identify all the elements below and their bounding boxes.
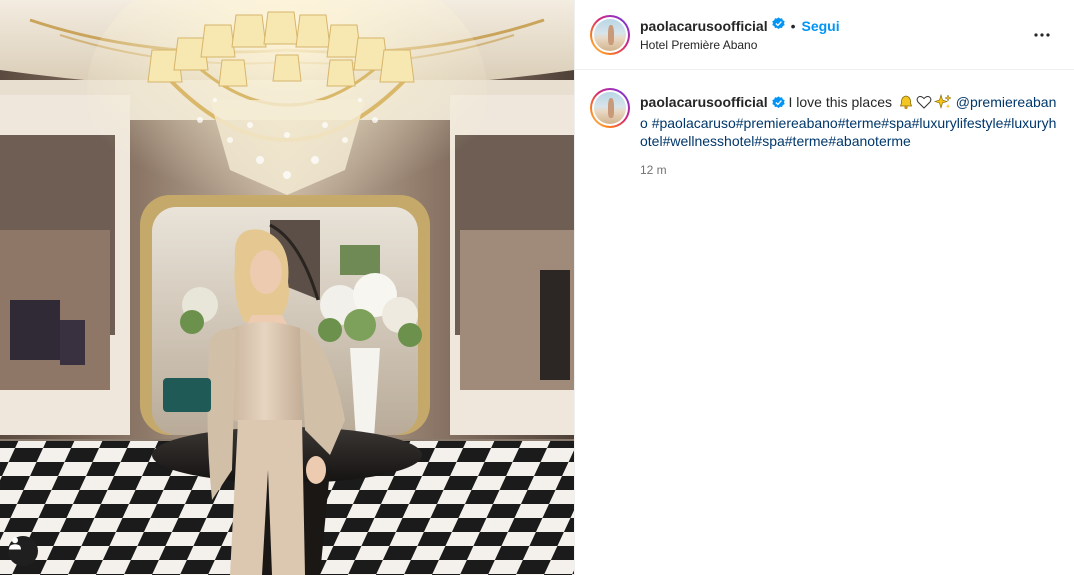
follow-button[interactable]: Segui (802, 18, 840, 34)
author-username[interactable]: paolacarusoofficial (640, 18, 768, 34)
post-photo[interactable] (0, 0, 574, 575)
caption-text-block: paolacarusoofficial I love this places @… (640, 93, 1060, 150)
post-timestamp[interactable]: 12 m (640, 163, 667, 177)
hashtags-link[interactable]: #paolacaruso#premiereabano#terme#spa#lux… (640, 115, 1056, 149)
caption-text: I love this places (788, 94, 892, 110)
post-header: paolacarusoofficial • Segui Hotel Premiè… (575, 0, 1074, 70)
caption-username[interactable]: paolacarusoofficial (640, 94, 768, 110)
sparkles-emoji-icon (933, 93, 952, 114)
caption-author-avatar[interactable] (590, 88, 630, 128)
white-heart-emoji-icon (916, 94, 932, 114)
post-side-panel: paolacarusoofficial • Segui Hotel Premiè… (574, 0, 1074, 575)
instagram-post-dialog: paolacarusoofficial • Segui Hotel Premiè… (0, 0, 1074, 575)
separator-dot: • (790, 18, 796, 34)
tagged-people-button[interactable] (8, 536, 38, 566)
tagged-user-icon (9, 537, 21, 550)
author-avatar[interactable] (590, 15, 630, 55)
hotel-lobby-photo (0, 0, 574, 575)
author-line: paolacarusoofficial • Segui (640, 17, 840, 35)
verified-badge-icon (771, 17, 785, 35)
more-horizontal-icon (1034, 33, 1050, 37)
post-location[interactable]: Hotel Première Abano (640, 38, 757, 52)
bell-emoji-icon (898, 94, 914, 114)
more-options-button[interactable] (1030, 25, 1054, 45)
verified-badge-icon (771, 95, 785, 113)
